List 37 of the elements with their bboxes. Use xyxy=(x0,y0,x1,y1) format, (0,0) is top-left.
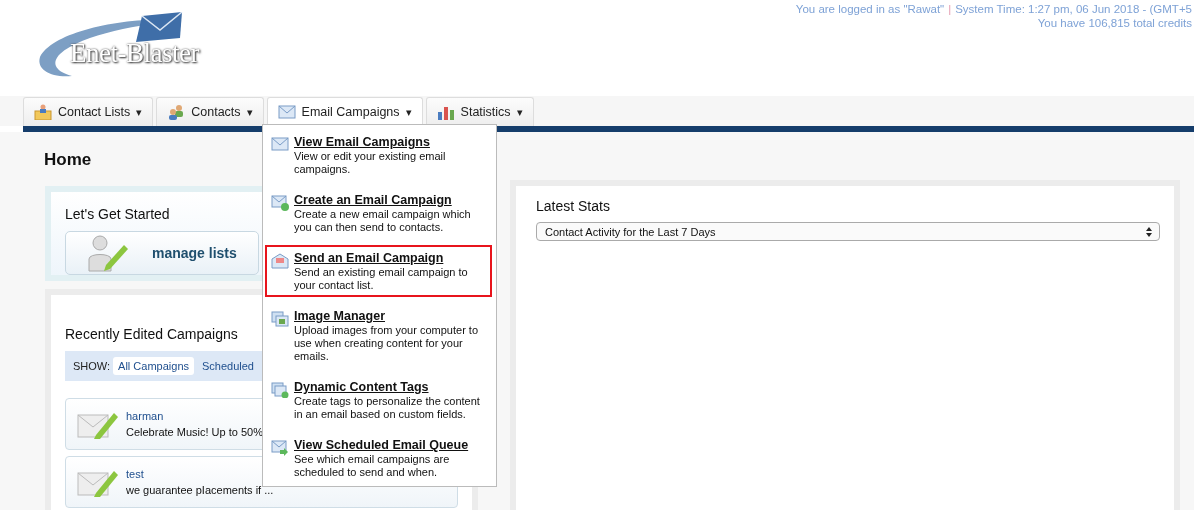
people-icon xyxy=(167,104,186,120)
separator: | xyxy=(948,2,952,16)
nav-tab[interactable]: Statistics ▾ xyxy=(425,97,534,126)
show-label: SHOW: xyxy=(73,360,111,372)
panel-title: Recently Edited Campaigns xyxy=(65,326,238,342)
folder-person-icon xyxy=(34,104,52,120)
menu-item[interactable]: View Email Campaigns View or edit your existing email campaigns. xyxy=(265,129,491,181)
credits-text: You have 106,815 total credits xyxy=(1037,17,1192,29)
stacked-pages-plus-icon xyxy=(271,382,289,398)
login-text: You are logged in as "Rawat" xyxy=(795,2,945,16)
page-title: Home xyxy=(44,150,92,170)
nav-tab[interactable]: Contacts ▾ xyxy=(156,97,264,126)
stats-select[interactable]: Contact Activity for the Last 7 Days xyxy=(536,222,1160,241)
nav-tab[interactable]: Contact Lists ▾ xyxy=(23,97,154,126)
manage-lists-button[interactable]: manage lists xyxy=(65,231,259,275)
envelope-plus-icon xyxy=(271,195,289,211)
open-envelope-icon xyxy=(271,253,289,269)
filter-tab[interactable]: Scheduled xyxy=(197,357,259,375)
logo-text: Enet-Blaster xyxy=(70,38,199,69)
campaign-name[interactable]: harman xyxy=(126,408,263,424)
panel-title: Let's Get Started xyxy=(65,206,170,222)
logo[interactable]: Enet-Blaster xyxy=(32,12,242,76)
system-time: System Time: 1:27 pm, 06 Jun 2018 - (GMT+5 xyxy=(955,2,1192,16)
person-pencil-icon xyxy=(86,233,130,273)
menu-item[interactable]: Create an Email Campaign Create a new email campaign which you can then send to contacts. xyxy=(265,187,491,239)
campaign-subject: we guarantee pIacements if ... xyxy=(126,483,274,498)
updown-icon xyxy=(1145,225,1153,238)
menu-item[interactable]: Send an Email Campaign Send an existing email campaign to your contact list. xyxy=(265,245,492,297)
envelope-icon xyxy=(277,105,296,119)
stacked-images-icon xyxy=(271,311,289,327)
envelope-icon xyxy=(271,137,289,151)
filter-tab[interactable]: All Campaigns xyxy=(113,357,194,375)
bar-chart-icon xyxy=(436,104,455,120)
campaign-subject: Celebrate Music! Up to 50% xyxy=(126,425,263,440)
menu-item[interactable]: Image Manager Upload images from your computer to use when creating content for your emails. xyxy=(265,303,491,368)
nav-tab[interactable]: Email Campaigns ▾ xyxy=(266,97,423,126)
panel-title: Latest Stats xyxy=(536,198,610,214)
